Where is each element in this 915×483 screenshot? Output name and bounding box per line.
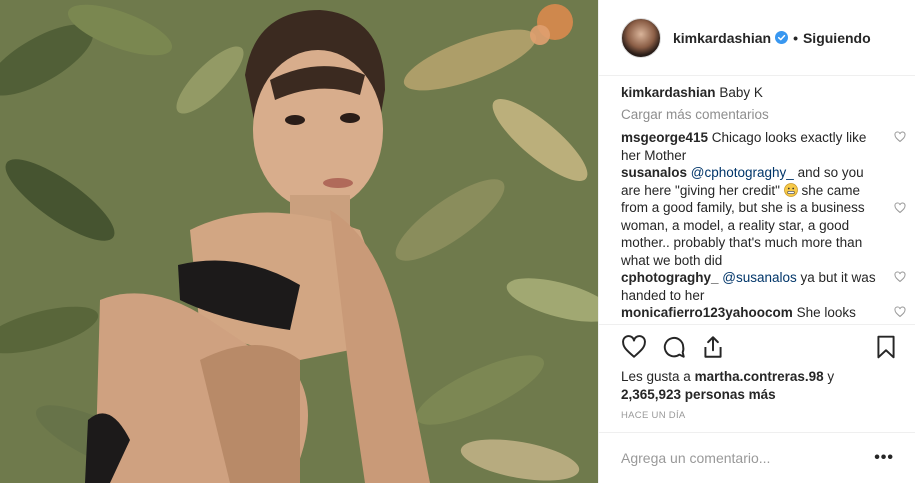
likes-count-link[interactable]: 2,365,923 personas más	[621, 387, 776, 402]
heart-icon[interactable]	[621, 334, 647, 360]
post-timestamp[interactable]: HACE UN DÍA	[621, 410, 686, 421]
comment-item: monicafierro123yahoocom She looks	[621, 304, 906, 322]
avatar[interactable]	[621, 17, 661, 58]
caption: kimkardashian Baby K	[621, 84, 906, 102]
comment-like-heart-icon[interactable]	[894, 202, 906, 214]
instagram-post: kimkardashian • Siguiendo kimkardashian …	[0, 0, 915, 483]
comment-like-heart-icon[interactable]	[894, 306, 906, 318]
grimacing-face-emoji-icon	[783, 182, 798, 197]
liker-username[interactable]: martha.contreras.98	[695, 369, 824, 384]
child-figure-illustration	[85, 10, 430, 483]
post-sidebar: kimkardashian • Siguiendo kimkardashian …	[598, 0, 915, 483]
post-photo[interactable]	[0, 0, 598, 483]
comment-username[interactable]: cphotograghy_	[621, 270, 719, 285]
post-header: kimkardashian • Siguiendo	[599, 0, 915, 76]
comments-list: kimkardashian Baby K Cargar más comentar…	[621, 80, 906, 324]
comment-item: msgeorge415 Chicago looks exactly like h…	[621, 129, 906, 164]
comment-username[interactable]: monicafierro123yahoocom	[621, 305, 793, 320]
load-more-comments-link[interactable]: Cargar más comentarios	[621, 106, 906, 124]
comment-mention-link[interactable]: @cphotograghy_	[691, 165, 794, 180]
caption-username[interactable]: kimkardashian	[621, 85, 716, 100]
comment-username[interactable]: msgeorge415	[621, 130, 708, 145]
header-separator: •	[793, 29, 798, 46]
comment-item: cphotograghy_ @susanalos ya but it was h…	[621, 269, 906, 304]
follow-status-button[interactable]: Siguiendo	[803, 30, 871, 46]
likes-summary: Les gusta a martha.contreras.98 y 2,365,…	[621, 369, 835, 402]
header-username[interactable]: kimkardashian	[673, 30, 771, 46]
comment-mention-link[interactable]: @susanalos	[722, 270, 797, 285]
caption-text: Baby K	[719, 85, 763, 100]
comment-username[interactable]: susanalos	[621, 165, 687, 180]
more-options-button[interactable]: •••	[874, 449, 894, 467]
add-comment-bar: •••	[599, 432, 915, 483]
share-icon[interactable]	[700, 334, 726, 360]
bookmark-icon[interactable]	[873, 334, 899, 360]
comment-input[interactable]	[621, 450, 875, 466]
comment-item: susanalos @cphotograghy_ and so you are …	[621, 164, 906, 269]
comment-text: She looks	[792, 305, 856, 320]
comment-bubble-icon[interactable]	[661, 334, 687, 360]
post-actions	[599, 324, 915, 368]
comment-like-heart-icon[interactable]	[894, 271, 906, 283]
comment-like-heart-icon[interactable]	[894, 131, 906, 143]
verified-badge-icon	[775, 31, 789, 44]
